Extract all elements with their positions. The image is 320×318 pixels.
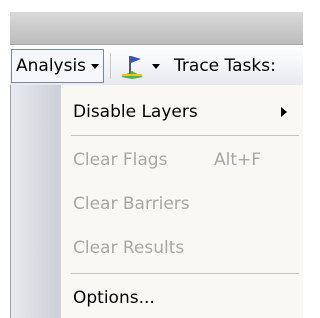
menu-item-clear-results[interactable]: Clear Results <box>11 229 303 267</box>
chevron-down-icon <box>91 63 100 69</box>
menu-item-label: Clear Flags <box>73 150 168 170</box>
app-window: Analysis Trace Tasks: Disable Layers Cle… <box>0 0 303 318</box>
menu-separator <box>71 273 299 274</box>
menu-item-clear-flags[interactable]: Clear Flags Alt+F <box>11 141 303 179</box>
analysis-menu-button[interactable]: Analysis <box>11 49 105 83</box>
menu-item-label: Clear Barriers <box>73 194 190 214</box>
menu-item-shortcut: Alt+F <box>214 150 262 170</box>
left-gutter <box>0 48 10 318</box>
window-strip <box>10 12 303 45</box>
analysis-dropdown-menu: Disable Layers Clear Flags Alt+F Clear B… <box>10 85 303 318</box>
menu-item-label: Clear Results <box>73 238 185 258</box>
chevron-right-icon <box>281 107 287 117</box>
menu-item-options[interactable]: Options... <box>11 279 303 317</box>
menu-item-label: Options... <box>73 288 155 308</box>
flag-tool-button[interactable] <box>115 49 166 83</box>
menu-item-disable-layers[interactable]: Disable Layers <box>11 93 303 131</box>
menu-item-clear-barriers[interactable]: Clear Barriers <box>11 185 303 223</box>
analysis-menu-label: Analysis <box>16 56 87 76</box>
menu-item-label: Disable Layers <box>73 102 198 122</box>
chevron-down-icon <box>152 63 161 69</box>
toolbar-separator <box>110 53 112 79</box>
menu-separator <box>71 135 299 136</box>
top-background <box>10 0 303 12</box>
flag-tool-icon <box>119 53 147 79</box>
trace-tasks-label: Trace Tasks: <box>174 56 276 76</box>
utility-network-toolbar: Analysis Trace Tasks: <box>10 45 303 87</box>
